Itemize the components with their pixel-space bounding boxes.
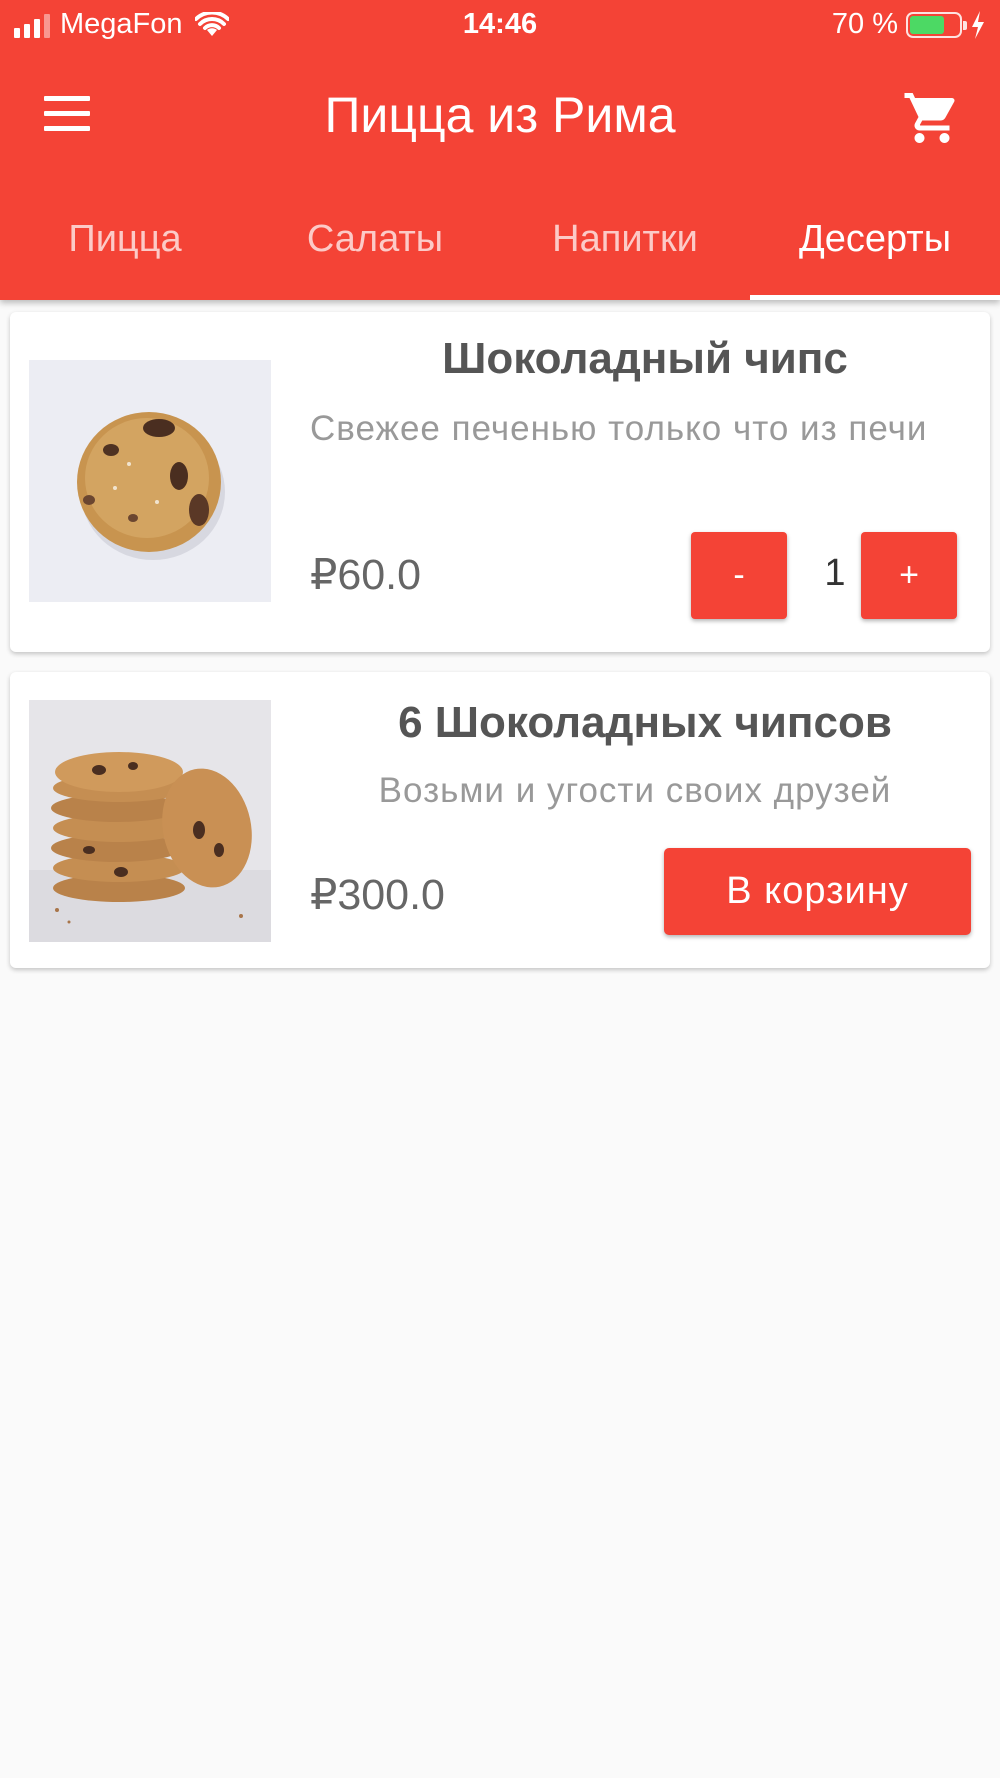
toolbar: Пицца из Рима xyxy=(0,52,1000,182)
product-price: ₽60.0 xyxy=(310,551,422,599)
add-to-cart-button[interactable]: В корзину xyxy=(664,848,971,935)
product-name: 6 Шоколадных чипсов xyxy=(398,698,892,747)
shopping-cart-icon[interactable] xyxy=(902,88,962,148)
tab-pizza[interactable]: Пицца xyxy=(0,200,250,300)
increase-quantity-button[interactable]: + xyxy=(861,532,957,619)
charging-bolt-icon xyxy=(972,10,984,39)
battery-percent: 70 % xyxy=(831,8,898,40)
tab-desserts[interactable]: Десерты xyxy=(750,200,1000,300)
tab-drinks[interactable]: Напитки xyxy=(500,200,750,300)
status-bar: MegaFon 14:46 70 % xyxy=(0,0,1000,52)
decrease-quantity-button[interactable]: - xyxy=(691,532,787,619)
battery-icon xyxy=(906,11,967,38)
page-title: Пицца из Рима xyxy=(324,87,676,143)
product-card: Шоколадный чипс Свежее печенью только чт… xyxy=(10,312,990,652)
product-description: Свежее печенью только что из печи xyxy=(310,409,928,448)
product-name: Шоколадный чипс xyxy=(442,334,848,383)
product-description: Возьми и угости своих друзей xyxy=(378,771,892,810)
category-tabs: Пицца Салаты Напитки Десерты xyxy=(0,200,1000,300)
tab-salads[interactable]: Салаты xyxy=(250,200,500,300)
product-card: 6 Шоколадных чипсов Возьми и угости свои… xyxy=(10,672,990,968)
product-image xyxy=(29,360,271,602)
product-image xyxy=(29,700,271,942)
quantity-value: 1 xyxy=(824,552,846,594)
app-bar: MegaFon 14:46 70 % Пицца из Рима Пицца С… xyxy=(0,0,1000,300)
product-price: ₽300.0 xyxy=(310,871,445,919)
